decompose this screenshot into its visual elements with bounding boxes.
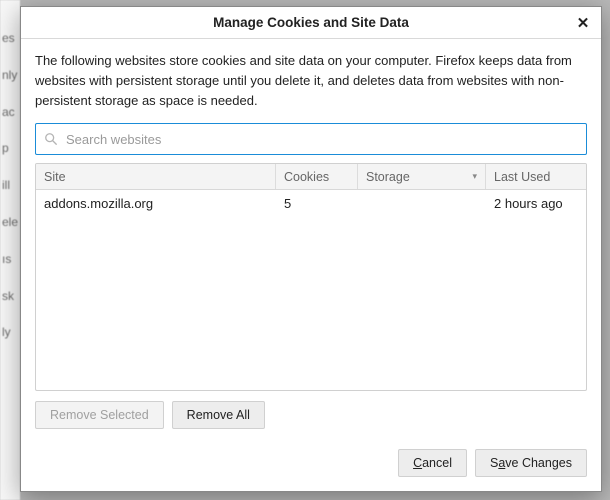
dialog-footer: Cancel Save Changes	[21, 439, 601, 491]
cell-site: addons.mozilla.org	[36, 196, 276, 211]
site-data-table: Site Cookies Storage ▾ Last Used addons.…	[35, 163, 587, 391]
cell-cookies: 5	[276, 196, 358, 211]
search-field-wrapper[interactable]	[35, 123, 587, 155]
manage-cookies-dialog: Manage Cookies and Site Data ✕ The follo…	[20, 6, 602, 492]
table-header: Site Cookies Storage ▾ Last Used	[36, 164, 586, 190]
column-last-used-label: Last Used	[494, 170, 550, 184]
cancel-button[interactable]: Cancel	[398, 449, 467, 477]
search-icon	[44, 132, 58, 146]
column-cookies[interactable]: Cookies	[276, 164, 358, 189]
column-storage-label: Storage	[366, 170, 410, 184]
dialog-body: The following websites store cookies and…	[21, 39, 601, 439]
table-row[interactable]: addons.mozilla.org 5 2 hours ago	[36, 190, 586, 216]
save-changes-button[interactable]: Save Changes	[475, 449, 587, 477]
column-storage[interactable]: Storage ▾	[358, 164, 486, 189]
background-page-hints: es nly ac p ill ele ıs sk ly	[0, 0, 20, 500]
column-cookies-label: Cookies	[284, 170, 329, 184]
column-site[interactable]: Site	[36, 164, 276, 189]
dialog-header: Manage Cookies and Site Data ✕	[21, 7, 601, 39]
close-button[interactable]: ✕	[571, 11, 595, 35]
remove-all-button[interactable]: Remove All	[172, 401, 265, 429]
dialog-description: The following websites store cookies and…	[35, 51, 587, 111]
sort-indicator-icon: ▾	[472, 171, 477, 182]
column-last-used[interactable]: Last Used	[486, 164, 586, 189]
table-body: addons.mozilla.org 5 2 hours ago	[36, 190, 586, 390]
cell-last-used: 2 hours ago	[486, 196, 586, 211]
search-input[interactable]	[64, 131, 578, 148]
column-site-label: Site	[44, 170, 66, 184]
dialog-title: Manage Cookies and Site Data	[213, 15, 409, 30]
remove-selected-button[interactable]: Remove Selected	[35, 401, 164, 429]
table-actions: Remove Selected Remove All	[35, 401, 587, 429]
